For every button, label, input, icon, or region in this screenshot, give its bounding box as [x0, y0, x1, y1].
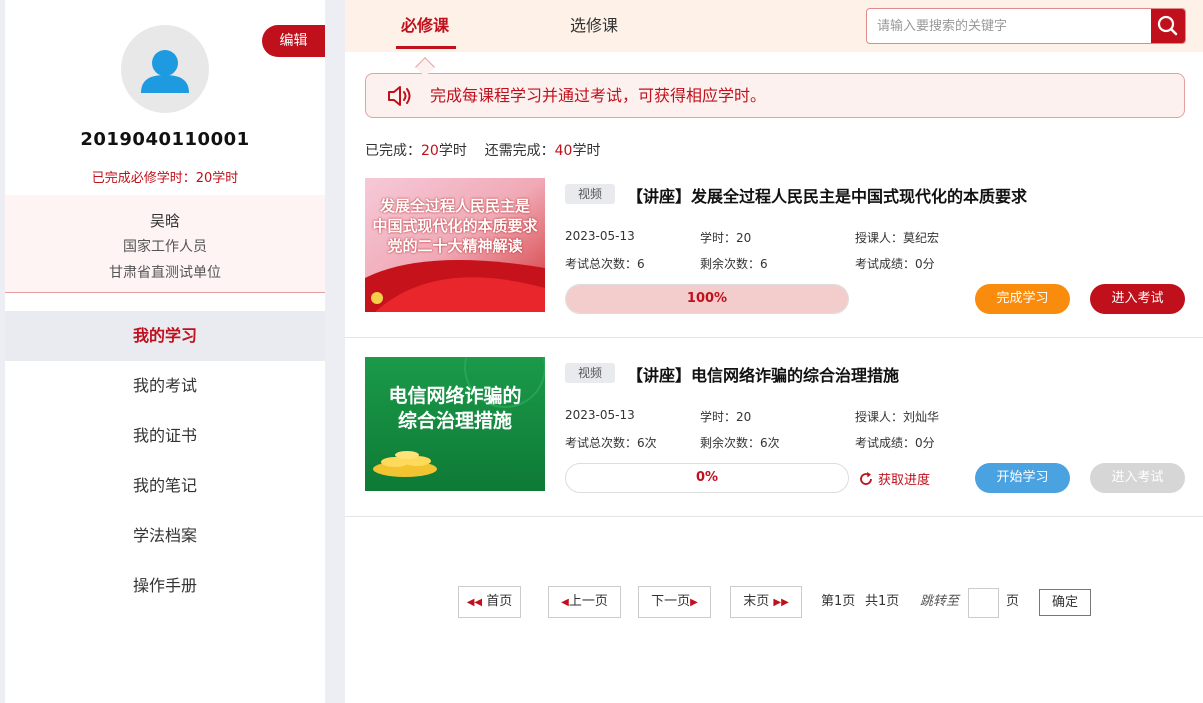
current-page: 第1页	[821, 594, 856, 609]
total-pages: 共1页	[865, 594, 900, 609]
tab-required-courses[interactable]: 必修课	[401, 0, 449, 52]
sidebar-menu: 我的学习 我的考试 我的证书 我的笔记 学法档案 操作手册	[5, 311, 325, 611]
user-info-panel: 吴晗 国家工作人员 甘肃省直测试单位	[5, 195, 325, 293]
progress-summary: 已完成：20学时 还需完成：40学时	[365, 140, 600, 160]
course-thumbnail[interactable]: 发展全过程人民民主是 中国式现代化的本质要求 党的二十大精神解读	[365, 178, 545, 312]
avatar	[121, 25, 209, 113]
required-value: 40	[554, 143, 573, 159]
completed-value: 20	[421, 143, 439, 159]
course-title[interactable]: 【讲座】电信网络诈骗的综合治理措施	[627, 362, 899, 386]
first-page-label: 首页	[486, 594, 513, 609]
course-type-badge: 视频	[565, 184, 615, 204]
sidebar-item-manual[interactable]: 操作手册	[5, 561, 325, 611]
enter-exam-button-disabled: 进入考试	[1090, 463, 1185, 493]
prev-page-label: 上一页	[568, 594, 608, 609]
course-card: 电信网络诈骗的 综合治理措施 视频 【讲座】电信网络诈骗的综合治理措施 2023…	[345, 357, 1203, 517]
get-progress-label: 获取进度	[878, 473, 931, 488]
left-arrow-icon: ◀	[561, 597, 569, 608]
course-type-badge: 视频	[565, 363, 615, 383]
course-teacher: 授课人：刘灿华	[855, 410, 940, 424]
progress-label: 100%	[686, 291, 728, 306]
jump-label: 跳转至	[920, 594, 960, 609]
required-credit-status: 已完成必修学时：20学时	[91, 171, 239, 186]
sidebar-item-my-exams[interactable]: 我的考试	[5, 361, 325, 411]
thumb-line-1: 发展全过程人民民主是	[379, 197, 530, 215]
exam-remaining: 剩余次数：6次	[700, 436, 780, 450]
thumb-line-2: 综合治理措施	[397, 410, 512, 432]
notice-text: 完成每课程学习并通过考试，可获得相应学时。	[430, 86, 767, 105]
course-progress-bar: 0%	[565, 463, 849, 493]
sidebar-item-my-notes[interactable]: 我的笔记	[5, 461, 325, 511]
start-study-button[interactable]: 开始学习	[975, 463, 1070, 493]
course-date: 2023-05-13	[565, 229, 635, 243]
sidebar-item-my-certificates[interactable]: 我的证书	[5, 411, 325, 461]
user-role: 国家工作人员	[123, 239, 207, 255]
course-title[interactable]: 【讲座】发展全过程人民民主是中国式现代化的本质要求	[627, 183, 1027, 207]
last-page-label: 末页	[743, 594, 770, 609]
required-label: 还需完成：	[484, 143, 555, 159]
pagination: ◀◀ 首页 ◀上一页 下一页▶ 末页 ▶▶ 第1页 共1页 跳转至 页 确定	[345, 586, 1203, 618]
completed-label: 已完成：	[365, 143, 421, 159]
search-box	[866, 8, 1186, 44]
tab-elective-courses[interactable]: 选修课	[570, 0, 618, 52]
user-id: 2019040110001	[80, 129, 250, 150]
next-page-button[interactable]: 下一页▶	[638, 586, 711, 618]
required-unit: 学时	[572, 143, 601, 159]
main-panel: 必修课 选修课 完成每课程学习并通过考试，可获得相应学时。 已完成：20学时 还…	[345, 0, 1203, 703]
page-jump-input[interactable]	[968, 588, 999, 618]
search-input[interactable]	[867, 9, 1151, 43]
last-page-button[interactable]: 末页 ▶▶	[730, 586, 802, 618]
tab-bar: 必修课 选修课	[345, 0, 1203, 52]
enter-exam-button[interactable]: 进入考试	[1090, 284, 1185, 314]
sidebar-item-study-archive[interactable]: 学法档案	[5, 511, 325, 561]
thumb-line-3: 党的二十大精神解读	[387, 237, 523, 255]
course-date: 2023-05-13	[565, 408, 635, 422]
prev-page-button[interactable]: ◀上一页	[548, 586, 621, 618]
course-thumbnail[interactable]: 电信网络诈骗的 综合治理措施	[365, 357, 545, 491]
search-button[interactable]	[1151, 9, 1185, 43]
double-left-arrow-icon: ◀◀	[466, 597, 483, 608]
exam-total: 考试总次数：6次	[565, 436, 657, 450]
refresh-icon	[860, 472, 872, 485]
user-name: 吴晗	[149, 212, 180, 230]
thumb-line-2: 中国式现代化的本质要求	[372, 217, 538, 235]
sidebar: 编辑 2019040110001 已完成必修学时：20学时 吴晗 国家工作人员 …	[5, 0, 325, 703]
complete-study-button[interactable]: 完成学习	[975, 284, 1070, 314]
double-right-arrow-icon: ▶▶	[773, 597, 789, 608]
first-page-button[interactable]: ◀◀ 首页	[458, 586, 521, 618]
sidebar-item-my-study[interactable]: 我的学习	[5, 311, 325, 361]
exam-remaining: 剩余次数：6	[700, 257, 768, 271]
edit-profile-button[interactable]: 编辑	[262, 25, 325, 57]
next-page-label: 下一页	[651, 594, 691, 609]
exam-score: 考试成绩：0分	[855, 257, 935, 271]
user-unit: 甘肃省直测试单位	[109, 265, 221, 281]
speaker-icon	[388, 86, 411, 106]
progress-label: 0%	[695, 470, 719, 485]
notice-banner: 完成每课程学习并通过考试，可获得相应学时。	[365, 73, 1185, 118]
course-hours: 学时：20	[700, 410, 752, 424]
course-teacher: 授课人：莫纪宏	[855, 231, 940, 245]
exam-score: 考试成绩：0分	[855, 436, 935, 450]
course-progress-bar: 100%	[565, 284, 849, 314]
page-unit: 页	[1006, 594, 1020, 609]
thumb-line-1: 电信网络诈骗的	[388, 385, 522, 407]
course-hours: 学时：20	[700, 231, 752, 245]
confirm-jump-button[interactable]: 确定	[1039, 589, 1091, 616]
active-tab-indicator	[396, 46, 456, 49]
exam-total: 考试总次数：6	[565, 257, 645, 271]
right-arrow-icon: ▶	[690, 597, 698, 608]
course-card: 发展全过程人民民主是 中国式现代化的本质要求 党的二十大精神解读 视频 【讲座】…	[345, 178, 1203, 338]
search-icon	[1157, 15, 1178, 36]
completed-unit: 学时	[438, 143, 467, 159]
get-progress-button[interactable]: 获取进度	[858, 469, 930, 488]
